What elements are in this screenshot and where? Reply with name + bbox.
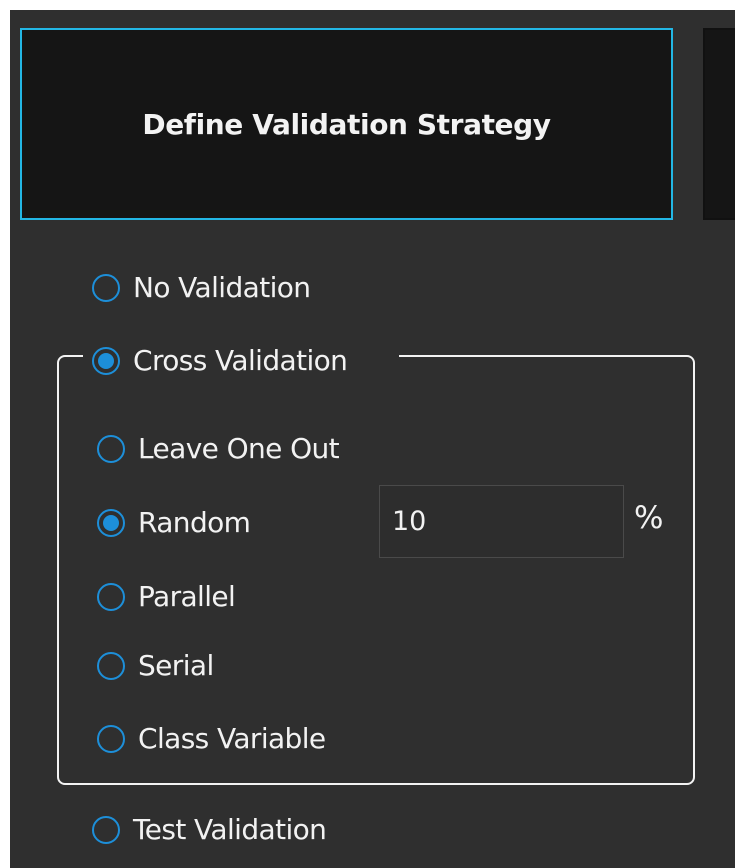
unchecked-radio-icon[interactable] bbox=[97, 724, 125, 753]
class-variable-option[interactable]: Class Variable bbox=[97, 722, 326, 755]
test-validation-label: Test Validation bbox=[133, 813, 327, 846]
leave-one-out-label: Leave One Out bbox=[138, 432, 340, 465]
test-validation-option[interactable]: Test Validation bbox=[92, 813, 327, 846]
parallel-option[interactable]: Parallel bbox=[97, 580, 236, 613]
validation-strategy-panel: Define Validation Strategy No Validation… bbox=[10, 10, 735, 868]
cross-validation-label: Cross Validation bbox=[133, 344, 348, 377]
serial-label: Serial bbox=[138, 649, 214, 682]
serial-option[interactable]: Serial bbox=[97, 649, 214, 682]
leave-one-out-option[interactable]: Leave One Out bbox=[97, 432, 340, 465]
cross-validation-group bbox=[57, 355, 695, 785]
parallel-label: Parallel bbox=[138, 580, 236, 613]
no-validation-label: No Validation bbox=[133, 271, 311, 304]
unchecked-radio-icon[interactable] bbox=[97, 582, 125, 611]
no-validation-option[interactable]: No Validation bbox=[92, 271, 311, 304]
unchecked-radio-icon[interactable] bbox=[97, 434, 125, 463]
cross-validation-option[interactable]: Cross Validation bbox=[92, 344, 348, 377]
random-label: Random bbox=[138, 506, 251, 539]
random-option[interactable]: Random bbox=[97, 506, 251, 539]
checked-radio-icon[interactable] bbox=[97, 508, 125, 537]
class-variable-label: Class Variable bbox=[138, 722, 326, 755]
unchecked-radio-icon[interactable] bbox=[97, 651, 125, 680]
checked-radio-icon[interactable] bbox=[92, 346, 120, 375]
define-validation-strategy-button[interactable]: Define Validation Strategy bbox=[20, 28, 673, 220]
percent-symbol: % bbox=[634, 500, 664, 536]
unchecked-radio-icon[interactable] bbox=[92, 273, 120, 302]
adjacent-panel-edge bbox=[703, 28, 735, 220]
unchecked-radio-icon[interactable] bbox=[92, 815, 120, 844]
random-percent-input[interactable]: 10 bbox=[379, 485, 624, 558]
